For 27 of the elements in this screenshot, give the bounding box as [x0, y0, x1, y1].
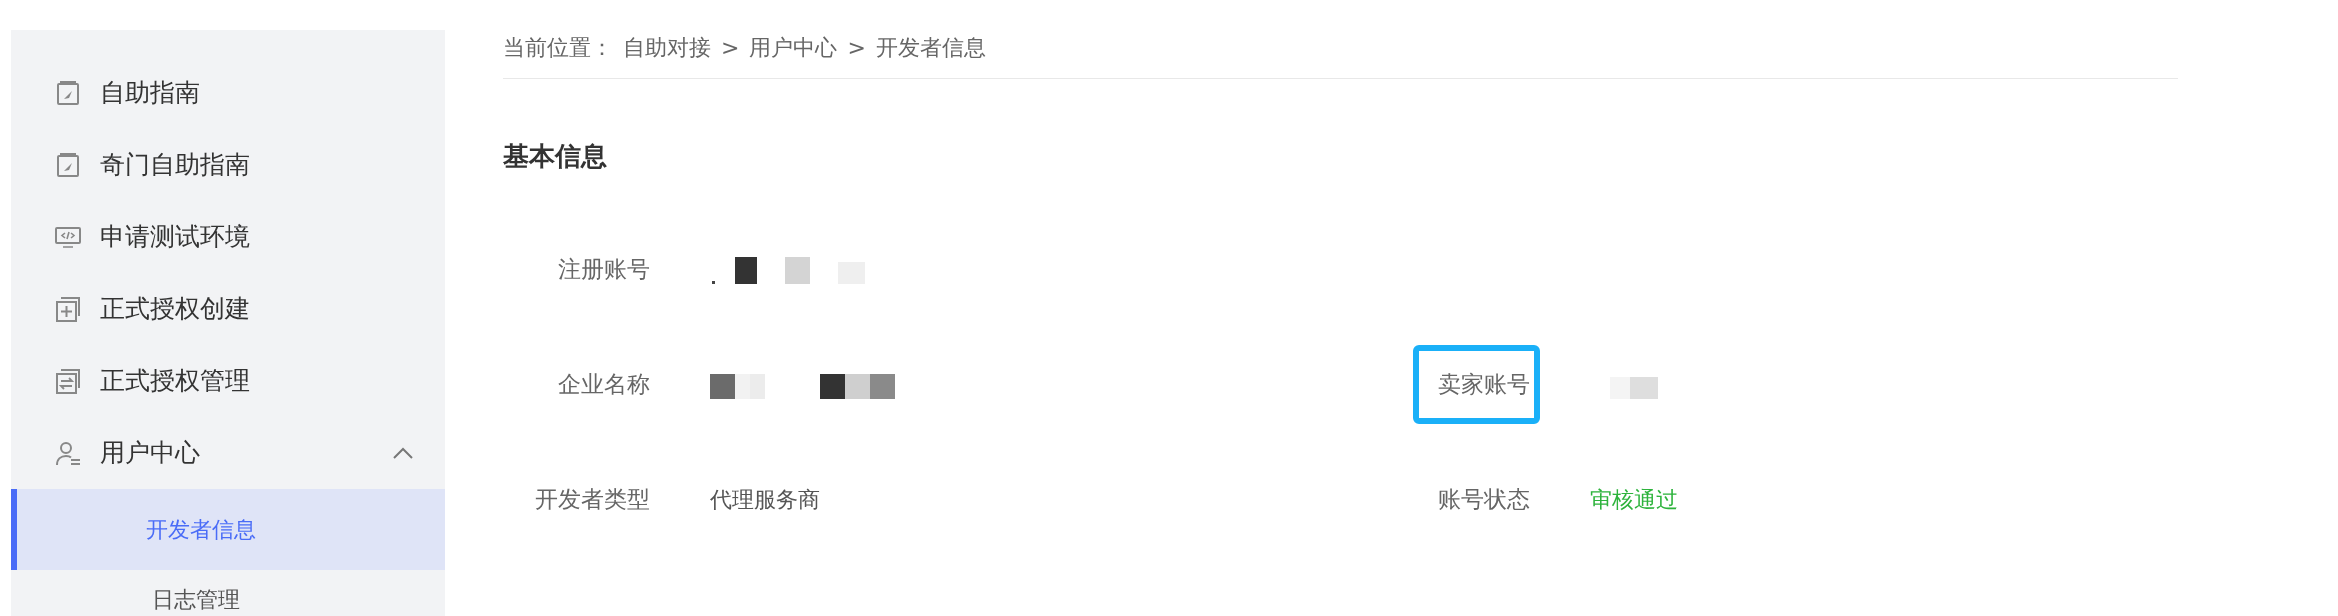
breadcrumb-separator: >: [847, 33, 866, 62]
breadcrumb-label: 当前位置：: [503, 33, 613, 62]
chevron-up-icon[interactable]: [391, 445, 415, 461]
breadcrumb-link[interactable]: 开发者信息: [875, 30, 986, 64]
submenu-item[interactable]: 日志管理: [11, 570, 445, 616]
sidebar-item[interactable]: 用户中心: [11, 417, 445, 489]
field-label: 卖家账号: [1413, 345, 1540, 424]
sidebar-item[interactable]: 正式授权管理: [11, 345, 445, 417]
sidebar-item[interactable]: 奇门自助指南: [11, 129, 445, 201]
sidebar-item[interactable]: 申请测试环境: [11, 201, 445, 273]
field-label: 开发者类型: [534, 485, 650, 515]
field-label: 账号状态: [1437, 485, 1531, 515]
user-list-icon: [54, 439, 82, 467]
sidebar-item[interactable]: 正式授权创建: [11, 273, 445, 345]
transfer-stack-icon: [54, 367, 82, 395]
field-value: 代理服务商: [710, 486, 820, 514]
compass-card-icon: [54, 151, 82, 179]
section-title: 基本信息: [503, 140, 608, 167]
compass-card-icon: [54, 79, 82, 107]
add-stack-icon: [54, 295, 82, 323]
breadcrumb-link[interactable]: 用户中心: [749, 30, 838, 64]
breadcrumb-link[interactable]: 自助对接: [623, 30, 711, 64]
sidebar-item[interactable]: 自助指南: [11, 57, 445, 129]
field-label: 注册账号: [557, 255, 650, 285]
field-label: 企业名称: [557, 370, 650, 400]
status-text: 审核通过: [1590, 486, 1678, 514]
breadcrumb-separator: >: [721, 33, 740, 62]
